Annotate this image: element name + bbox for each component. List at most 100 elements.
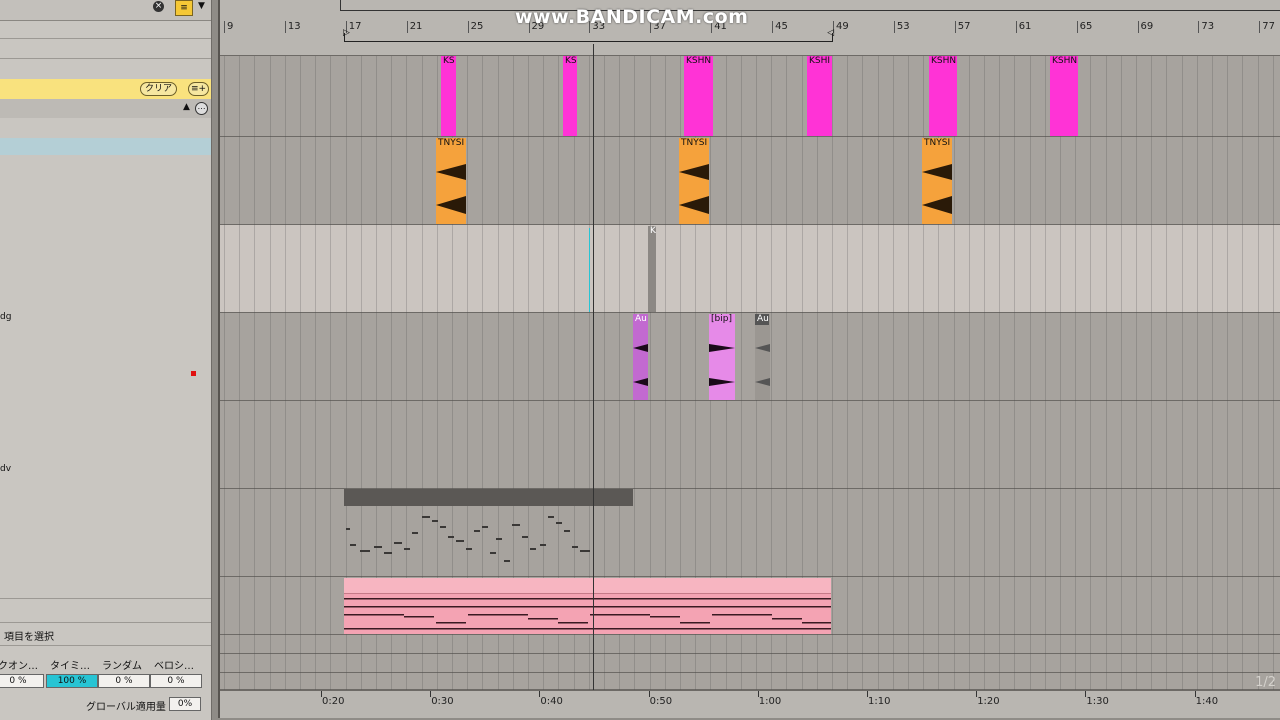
overview-region[interactable] [340,0,1280,11]
bar-tick [1198,21,1200,33]
time-label: 1:20 [977,696,1000,707]
bar-number: 25 [470,21,484,32]
bar-tick [1015,21,1017,33]
waveform [709,344,735,386]
beat-ruler[interactable]: 9 13 17 21 25 29 33 37 41 45 49 53 57 61 65 69 73 77 ▷ ◁ [220,0,1280,56]
bar-tick [954,21,956,33]
audio-clip[interactable]: [bip] [709,314,735,400]
triangle-up-icon[interactable]: ▲ [183,102,190,112]
track-lane[interactable] [220,401,1280,489]
timing-value[interactable]: 100 % [46,674,98,688]
waveform [633,344,648,386]
bar-number: 9 [227,21,234,32]
bar-number: 77 [1262,21,1276,32]
midi-clip-header[interactable] [344,489,633,506]
loop-brace[interactable]: ▷ ◁ [343,28,834,42]
track-lane[interactable] [220,225,1280,313]
loop-end-icon[interactable]: ◁ [827,28,834,38]
audio-clip[interactable]: KS [441,56,456,136]
clip-title: Au [635,314,647,324]
velocity-value[interactable]: 0 % [150,674,202,688]
track-lane[interactable] [220,313,1280,401]
chevron-down-icon[interactable]: ▼ [198,1,205,11]
time-label: 1:00 [758,696,782,707]
audio-clip[interactable]: TNYSI [679,138,709,224]
clip-title-bar [344,578,831,594]
groove-row[interactable] [0,99,211,118]
bar-number: 57 [957,21,971,32]
return-track[interactable] [220,654,1280,673]
playhead-marker-icon [584,44,594,48]
groove-row-selected[interactable] [0,79,211,99]
audio-clip[interactable]: Au [633,314,648,400]
audio-clip[interactable]: KSHN [1050,56,1078,136]
groove-params-header: クオン… タイミ… ランダム ベロシ… [0,655,211,672]
random-header: ランダム [102,661,142,672]
master-track[interactable] [220,673,1280,690]
insert-marker [589,228,590,312]
waveform [922,164,952,214]
track-label: dg [0,312,12,322]
waveform [755,344,770,386]
loop-start-icon[interactable]: ▷ [343,28,350,38]
more-icon[interactable]: ⋯ [195,102,208,115]
clip-title: K [650,226,656,236]
bar-tick [1137,21,1139,33]
clear-button[interactable]: クリア [140,82,178,96]
return-track[interactable] [220,635,1280,654]
record-indicator-icon [191,371,196,376]
quantize-value[interactable]: 0 % [0,674,44,688]
bar-number: 73 [1201,21,1215,32]
arrangement-view[interactable]: 9 13 17 21 25 29 33 37 41 45 49 53 57 61 65 69 73 77 ▷ ◁ … [220,0,1280,718]
close-icon[interactable]: × [153,1,164,12]
bar-number: 65 [1079,21,1093,32]
midi-clip[interactable] [344,578,831,634]
audio-clip[interactable]: Au [755,314,770,400]
clip-title: TNYSI [681,138,708,148]
bar-number: 17 [348,21,362,32]
divider [0,38,211,39]
audio-clip[interactable]: TNYSI [436,138,466,224]
track-lane[interactable] [220,137,1280,225]
audio-clip[interactable]: TNYSI [922,138,952,224]
waveform [679,164,709,214]
watermark: www.BANDICAM.com [515,6,749,28]
groove-row-highlight[interactable] [0,138,211,155]
bar-number: 21 [409,21,423,32]
time-label: 0:30 [431,696,454,707]
track-label: dv [0,464,12,474]
time-label: 1:30 [1086,696,1109,707]
clip-title: Au [755,314,769,325]
audio-clip[interactable]: K [648,226,656,312]
audio-clip[interactable]: KSHI [807,56,832,136]
playhead[interactable] [593,44,594,694]
random-value[interactable]: 0 % [98,674,150,688]
clip-title: TNYSI [438,138,465,148]
bar-tick [1259,21,1261,33]
bar-number: 69 [1140,21,1154,32]
time-label: 0:20 [322,696,345,707]
time-ruler[interactable]: 0:20 0:30 0:40 0:50 1:00 1:10 1:20 1:30 1:40 [220,690,1280,718]
bar-tick [893,21,895,33]
audio-clip[interactable]: KS [563,56,577,136]
time-label: 1:10 [868,696,891,707]
groove-add-button[interactable]: ≡+ [188,82,210,96]
hotswap-icon[interactable]: ≡ [175,0,193,16]
audio-clip[interactable]: KSHN [684,56,713,136]
bar-tick [406,21,408,33]
track-lane[interactable] [220,56,1280,137]
clip-title: KSHN [1052,56,1078,66]
bar-number: 45 [775,21,788,32]
clip-title: TNYSI [924,138,951,148]
waveform [436,164,466,214]
global-amount-value[interactable]: 0% [169,697,201,711]
divider [0,58,211,59]
bar-tick [772,21,774,33]
audio-clip[interactable]: KSHN [929,56,957,136]
timing-header: タイミ… [50,661,90,672]
page-number: 1/2 [1255,675,1276,690]
bar-number: 49 [836,21,849,32]
midi-notes [346,516,590,562]
bar-tick [284,21,286,33]
bar-tick [467,21,469,33]
